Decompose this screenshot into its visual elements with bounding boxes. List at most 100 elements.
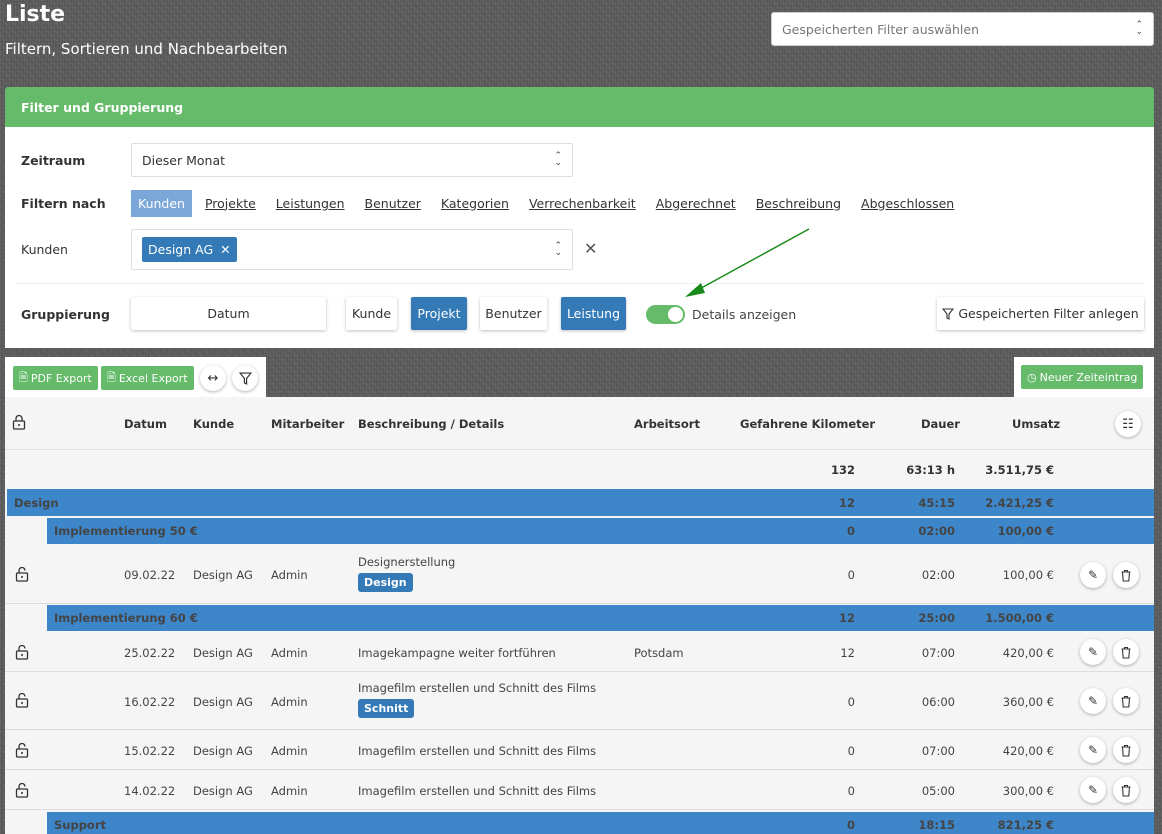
filter-tab-description[interactable]: Beschreibung [756, 196, 841, 211]
cell-employee: Admin [271, 695, 308, 709]
unlock-icon[interactable] [15, 782, 29, 798]
col-revenue[interactable]: Umsatz [1012, 417, 1060, 431]
group-row-impl50[interactable]: Implementierung 50 € 0 02:00 100,00 € [47, 518, 1154, 544]
unlock-icon[interactable] [15, 742, 29, 758]
filter-tab-customers[interactable]: Kunden [131, 189, 192, 217]
edit-button[interactable]: ✎ [1080, 737, 1106, 763]
group-row-design[interactable]: Design 12 45:15 2.421,25 € [7, 489, 1154, 516]
filter-tabs: Kunden Projekte Leistungen Benutzer Kate… [131, 189, 974, 217]
filter-tab-users[interactable]: Benutzer [365, 196, 421, 211]
col-employee[interactable]: Mitarbeiter [271, 417, 344, 431]
file-icon: 🗎 [107, 370, 116, 384]
col-description[interactable]: Beschreibung / Details [358, 417, 504, 431]
edit-button[interactable]: ✎ [1080, 688, 1106, 714]
group-service-button[interactable]: Leistung [561, 297, 626, 330]
columns-icon[interactable]: ☷ [1115, 411, 1141, 437]
group-duration: 25:00 [918, 611, 955, 625]
cell-description: Designerstellung [358, 555, 456, 569]
col-km[interactable]: Gefahrene Kilometer [740, 417, 875, 431]
col-duration[interactable]: Dauer [921, 417, 960, 431]
table-row[interactable]: 14.02.22 Design AG Admin Imagefilm erste… [5, 770, 1154, 810]
new-entry-button[interactable]: ◷ Neuer Zeiteintrag [1021, 365, 1144, 389]
filter-tab-billed[interactable]: Abgerechnet [656, 196, 736, 211]
description-tag: Design [358, 573, 413, 592]
cell-description: Imagefilm erstellen und Schnitt des Film… [358, 681, 597, 695]
delete-button[interactable] [1113, 562, 1139, 588]
group-duration: 18:15 [918, 818, 955, 832]
table-row[interactable]: 09.02.22 Design AG Admin Designerstellun… [5, 545, 1154, 604]
filter-tab-services[interactable]: Leistungen [276, 196, 345, 211]
details-toggle[interactable] [646, 305, 685, 324]
group-km: 12 [838, 496, 855, 510]
updown-icon: ⌃ ⌄ [554, 240, 562, 258]
group-revenue: 100,00 € [997, 524, 1054, 538]
unlock-icon[interactable] [12, 414, 26, 434]
cell-duration: 02:00 [921, 568, 955, 582]
pdf-export-button[interactable]: 🗎 PDF Export [13, 366, 98, 390]
cell-km: 0 [847, 784, 855, 798]
group-duration: 02:00 [918, 524, 955, 538]
delete-button[interactable] [1113, 777, 1139, 803]
cell-employee: Admin [271, 744, 308, 758]
col-customer[interactable]: Kunde [193, 417, 234, 431]
close-icon[interactable]: ✕ [584, 239, 597, 258]
cell-customer: Design AG [193, 568, 253, 582]
edit-button[interactable]: ✎ [1080, 777, 1106, 803]
cell-date: 25.02.22 [124, 646, 176, 660]
table-row[interactable]: 15.02.22 Design AG Admin Imagefilm erste… [5, 730, 1154, 770]
close-icon[interactable]: ✕ [220, 242, 230, 257]
filter-tab-billability[interactable]: Verrechenbarkeit [529, 196, 636, 211]
delete-button[interactable] [1113, 639, 1139, 665]
cell-revenue: 420,00 € [1002, 646, 1054, 660]
period-select[interactable]: Dieser Monat ⌃ ⌄ [131, 143, 573, 177]
save-filter-button[interactable]: Gespeicherten Filter anlegen [937, 297, 1144, 330]
cell-revenue: 360,00 € [1002, 695, 1054, 709]
group-name: Support [54, 818, 107, 832]
cell-date: 09.02.22 [124, 568, 176, 582]
saved-filter-select[interactable]: Gespeicherten Filter auswählen ⌃ ⌄ [771, 12, 1154, 46]
delete-button[interactable] [1113, 737, 1139, 763]
col-date[interactable]: Datum [124, 417, 167, 431]
edit-button[interactable]: ✎ [1080, 639, 1106, 665]
filter-toggle-button[interactable] [232, 365, 258, 391]
unlock-icon[interactable] [15, 692, 29, 708]
cell-employee: Admin [271, 784, 308, 798]
total-duration: 63:13 h [906, 463, 955, 477]
arrows-horizontal-icon[interactable]: ↔ [200, 365, 226, 391]
cell-employee: Admin [271, 646, 308, 660]
unlock-icon[interactable] [15, 644, 29, 660]
group-date-button[interactable]: Datum [131, 297, 326, 330]
cell-date: 15.02.22 [124, 744, 176, 758]
divider [5, 449, 1154, 450]
filter-tab-categories[interactable]: Kategorien [441, 196, 509, 211]
edit-button[interactable]: ✎ [1080, 562, 1106, 588]
group-user-button[interactable]: Benutzer [480, 297, 547, 330]
group-row-support[interactable]: Support 0 18:15 821,25 € [47, 812, 1154, 834]
group-km: 0 [846, 524, 855, 538]
delete-button[interactable] [1113, 688, 1139, 714]
customers-label: Kunden [21, 242, 68, 257]
cell-km: 0 [847, 695, 855, 709]
saved-filter-placeholder: Gespeicherten Filter auswählen [782, 22, 980, 37]
group-row-impl60[interactable]: Implementierung 60 € 12 25:00 1.500,00 € [47, 605, 1154, 631]
cell-km: 0 [847, 568, 855, 582]
excel-export-button[interactable]: 🗎 Excel Export [101, 366, 194, 390]
filter-panel-header[interactable]: Filter und Gruppierung [5, 87, 1154, 127]
customers-select[interactable]: Design AG ✕ ⌃ ⌄ [131, 229, 573, 270]
group-customer-button[interactable]: Kunde [346, 297, 397, 330]
group-project-button[interactable]: Projekt [411, 297, 467, 330]
table-row[interactable]: 25.02.22 Design AG Admin Imagekampagne w… [5, 632, 1154, 672]
cell-revenue: 100,00 € [1002, 568, 1054, 582]
total-km: 132 [830, 463, 855, 477]
unlock-icon[interactable] [15, 566, 29, 582]
table-row[interactable]: 16.02.22 Design AG Admin Imagefilm erste… [5, 672, 1154, 730]
file-icon: 🗎 [19, 370, 28, 384]
cell-customer: Design AG [193, 646, 253, 660]
col-location[interactable]: Arbeitsort [634, 417, 700, 431]
filter-tab-projects[interactable]: Projekte [205, 196, 256, 211]
pencil-icon: ✎ [1087, 743, 1099, 757]
pencil-icon: ✎ [1087, 783, 1099, 797]
group-revenue: 2.421,25 € [985, 496, 1054, 510]
cell-customer: Design AG [193, 784, 253, 798]
filter-tab-completed[interactable]: Abgeschlossen [861, 196, 954, 211]
